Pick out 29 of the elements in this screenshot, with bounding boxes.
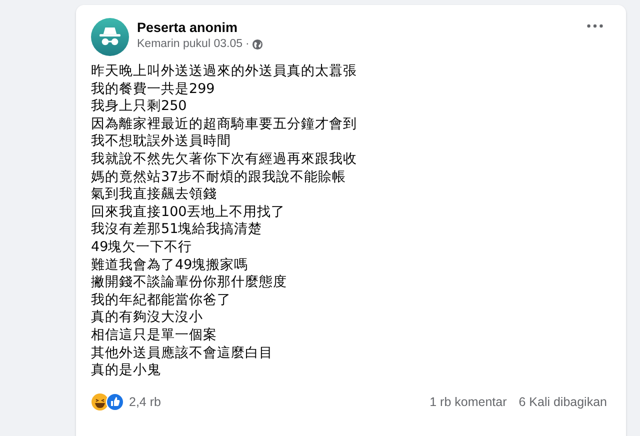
separator: ·: [245, 38, 250, 50]
haha-reaction-icon: [91, 392, 109, 411]
post-text-line: 我就說不然先欠著你下次有經過再來跟我收: [91, 150, 358, 169]
post-text-line: 我身上只剩250: [91, 98, 188, 116]
post-text-line: 回來我直接100丟地上不用找了: [91, 204, 286, 222]
share-count[interactable]: 6 Kali dibagikan: [518, 394, 607, 409]
post-text-line: 真的有夠沒大沒小: [91, 309, 204, 327]
more-icon: [587, 24, 603, 28]
post-text-line: 真的是小鬼: [91, 362, 162, 380]
post-text-line: 49塊欠一下不行: [91, 238, 194, 257]
post-text-line: 其他外送員應該不會這麼白目: [91, 344, 274, 362]
post-text-line: 我的餐費一共是299: [91, 80, 216, 98]
post-text-line: 撇開錢不談論輩份你那什麼態度: [91, 274, 288, 292]
post-text-line: 相信這只是單一個案: [91, 326, 218, 344]
post-text-line: 氣到我直接飆去領錢: [91, 186, 218, 204]
post-text-line: 媽的竟然站37步不耐煩的跟我說不能賒帳: [91, 168, 348, 186]
comment-count[interactable]: 1 rb komentar: [430, 394, 507, 409]
reaction-count[interactable]: 2,4 rb: [129, 394, 161, 409]
globe-icon: [252, 38, 264, 50]
post-text-line: 難道我會為了49塊搬家嗎: [91, 256, 250, 274]
incognito-avatar-icon[interactable]: [91, 18, 129, 56]
author-name[interactable]: Peserta anonim: [137, 20, 575, 35]
post-timestamp[interactable]: Kemarin pukul 03.05: [137, 38, 242, 50]
post-text-line: 我沒有差那51塊給我搞清楚: [91, 221, 264, 239]
post-text-line: 我不想耽誤外送員時間: [91, 133, 232, 151]
post-text-line: 因為離家裡最近的超商騎車要五分鐘才會到: [91, 116, 358, 134]
post-text-line: 我的年紀都能當你爸了: [91, 292, 232, 310]
post-text-line: 昨天晚上叫外送送過來的外送員真的太囂張: [91, 63, 358, 81]
like-reaction-icon: [106, 392, 124, 411]
